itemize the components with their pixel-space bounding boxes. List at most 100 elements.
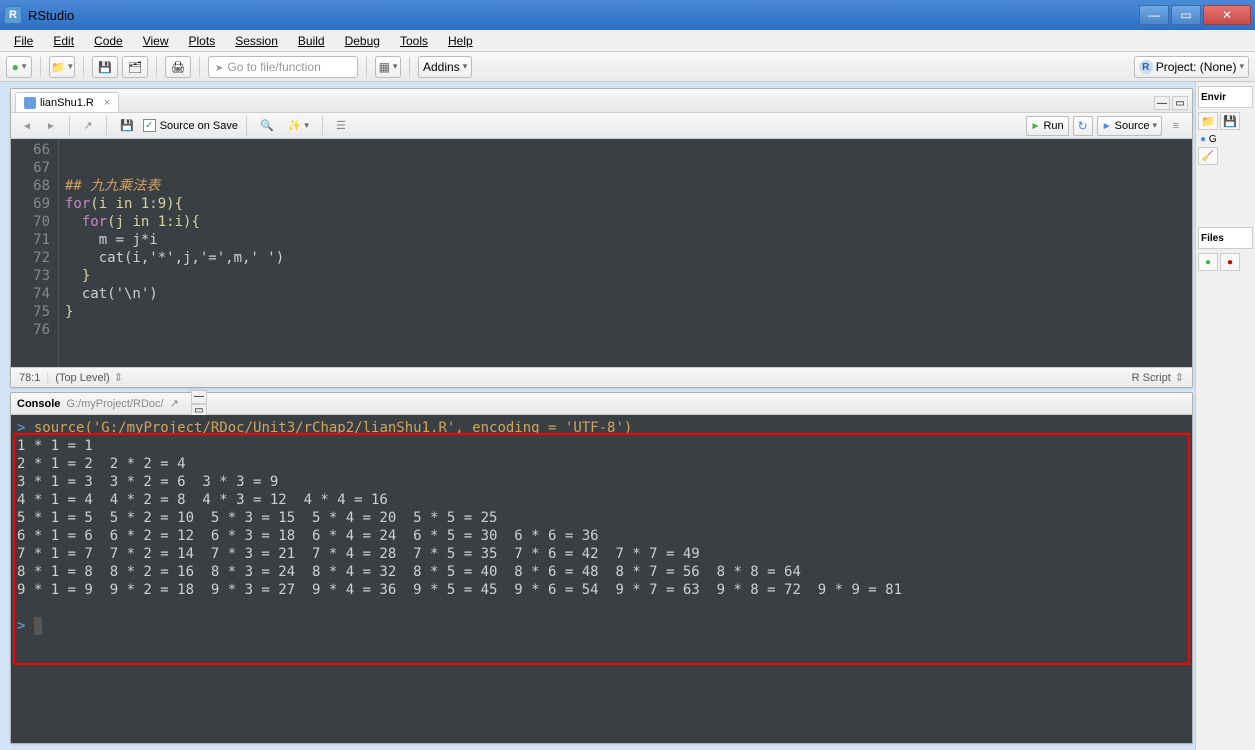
files-tab[interactable]: Files — [1198, 227, 1253, 249]
addins-button[interactable]: Addins — [418, 56, 472, 78]
console-popout-icon[interactable] — [170, 397, 179, 410]
panes-button[interactable] — [375, 56, 401, 78]
report-icon — [336, 119, 346, 132]
wand-icon — [288, 119, 302, 132]
run-label: Run — [1043, 120, 1063, 132]
search-icon — [260, 119, 274, 132]
open-project-button[interactable] — [49, 56, 75, 78]
project-button[interactable]: Project: (None) — [1134, 56, 1249, 78]
menubar: File Edit Code View Plots Session Build … — [0, 30, 1255, 52]
separator — [40, 57, 41, 77]
search-placeholder: Go to file/function — [227, 60, 320, 74]
left-column: lianShu1.R × — ▭ ✓ Source on Save — [0, 82, 1195, 750]
environment-tab[interactable]: Envir — [1198, 86, 1253, 108]
separator — [246, 116, 247, 136]
maximize-button[interactable]: ▭ — [1171, 5, 1201, 25]
separator — [156, 57, 157, 77]
plus-icon — [1205, 257, 1211, 268]
save-icon — [98, 60, 112, 74]
menu-build[interactable]: Build — [290, 32, 333, 50]
main-toolbar: Go to file/function Addins Project: (Non… — [0, 52, 1255, 82]
separator — [409, 57, 410, 77]
import-button[interactable] — [1198, 112, 1218, 130]
source-button[interactable]: Source — [1097, 116, 1162, 136]
code-tools-button[interactable] — [283, 116, 314, 136]
folder-icon — [51, 60, 65, 74]
addins-label: Addins — [423, 60, 460, 74]
menu-view[interactable]: View — [135, 32, 177, 50]
save-icon — [1223, 115, 1237, 128]
close-button[interactable]: ✕ — [1203, 5, 1251, 25]
global-env-label[interactable]: ● G — [1198, 132, 1253, 147]
line-gutter: 666768 697071 727374 7576 — [11, 139, 59, 367]
nav-back-button[interactable] — [17, 116, 37, 136]
menu-code[interactable]: Code — [86, 32, 131, 50]
minimize-pane-button[interactable]: — — [1154, 96, 1170, 110]
file-type-selector[interactable]: R Script — [1132, 372, 1171, 384]
menu-edit[interactable]: Edit — [45, 32, 82, 50]
goto-file-search[interactable]: Go to file/function — [208, 56, 358, 78]
separator — [366, 57, 367, 77]
run-button[interactable]: Run — [1026, 116, 1069, 136]
save-button[interactable] — [92, 56, 118, 78]
new-folder-button[interactable] — [1198, 253, 1218, 271]
console-body[interactable]: > source('G:/myProject/RDoc/Unit3/rChap2… — [11, 415, 1192, 743]
code-editor[interactable]: 666768 697071 727374 7576 ## 九九乘法表 for(i… — [11, 139, 1192, 367]
maximize-pane-button[interactable]: ▭ — [1172, 96, 1188, 110]
tab-filename: lianShu1.R — [40, 97, 94, 109]
compile-report-button[interactable] — [331, 116, 351, 136]
save-icon — [120, 119, 134, 132]
separator — [83, 57, 84, 77]
find-button[interactable] — [255, 116, 279, 136]
titlebar: R RStudio — ▭ ✕ — [0, 0, 1255, 30]
menu-file[interactable]: File — [6, 32, 41, 50]
editor-tab[interactable]: lianShu1.R × — [15, 92, 119, 112]
print-button[interactable] — [165, 56, 191, 78]
popout-icon — [83, 119, 92, 132]
editor-save-button[interactable] — [115, 116, 139, 136]
separator — [106, 116, 107, 136]
console-pane: Console G:/myProject/RDoc/ — ▭ > source(… — [10, 392, 1193, 744]
project-label: Project: (None) — [1156, 60, 1237, 74]
menu-tools[interactable]: Tools — [392, 32, 436, 50]
menu-help[interactable]: Help — [440, 32, 481, 50]
save-all-icon — [128, 60, 142, 74]
list-icon — [1173, 120, 1179, 132]
popout-button[interactable] — [78, 116, 98, 136]
rerun-button[interactable] — [1073, 116, 1093, 136]
folder-icon — [1201, 115, 1215, 128]
separator — [199, 57, 200, 77]
window-controls: — ▭ ✕ — [1139, 5, 1251, 25]
editor-statusbar: 78:1 | (Top Level) ⇕ R Script ⇕ — [11, 367, 1192, 387]
outline-toggle-button[interactable] — [1166, 116, 1186, 136]
delete-button[interactable]: ● — [1220, 253, 1240, 271]
source-on-save-label: Source on Save — [160, 120, 238, 132]
app-icon: R — [4, 6, 22, 24]
print-icon — [171, 60, 185, 74]
clear-env-button[interactable] — [1198, 147, 1218, 165]
menu-plots[interactable]: Plots — [181, 32, 224, 50]
tab-close-icon[interactable]: × — [104, 97, 110, 109]
console-path: G:/myProject/RDoc/ — [66, 398, 163, 410]
arrow-icon — [215, 60, 223, 74]
menu-debug[interactable]: Debug — [337, 32, 388, 50]
nav-forward-button[interactable] — [41, 116, 61, 136]
scope-selector[interactable]: (Top Level) — [55, 372, 109, 384]
broom-icon — [1202, 151, 1214, 162]
minimize-console-button[interactable]: — — [191, 390, 207, 404]
editor-tabbar: lianShu1.R × — ▭ — [11, 89, 1192, 113]
right-column: Envir ● G Files ● — [1195, 82, 1255, 750]
run-icon — [1031, 120, 1041, 132]
new-file-button[interactable] — [6, 56, 32, 78]
forward-icon — [46, 120, 56, 132]
console-title: Console — [17, 398, 60, 410]
editor-toolbar: ✓ Source on Save Run Source — [11, 113, 1192, 139]
save-all-button[interactable] — [122, 56, 148, 78]
plus-icon — [12, 60, 19, 74]
menu-session[interactable]: Session — [227, 32, 286, 50]
r-file-icon — [24, 97, 36, 109]
minimize-button[interactable]: — — [1139, 5, 1169, 25]
save-env-button[interactable] — [1220, 112, 1240, 130]
source-on-save-checkbox[interactable]: ✓ — [143, 119, 156, 132]
grid-icon — [379, 60, 390, 74]
